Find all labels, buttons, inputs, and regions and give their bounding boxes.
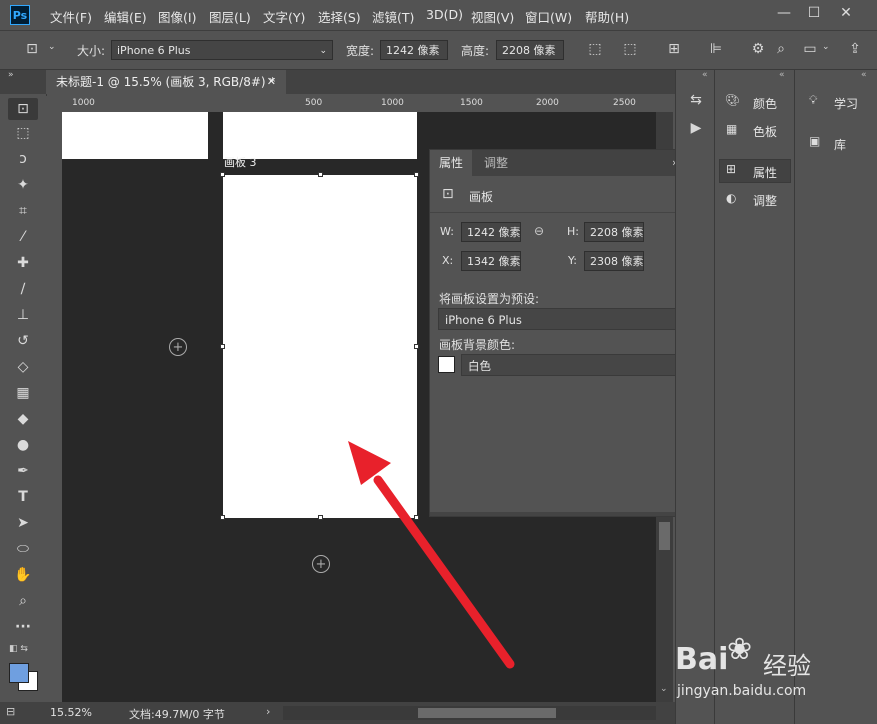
watermark-url: jingyan.baidu.com — [677, 683, 807, 699]
annotation-arrow — [348, 441, 515, 669]
baidu-watermark: Bai ❀ 经验 jingyan.baidu.com — [675, 632, 875, 710]
watermark-brand: Bai — [675, 642, 729, 677]
watermark-brand-2: 经验 — [763, 652, 811, 680]
paw-icon: ❀ — [727, 632, 753, 667]
